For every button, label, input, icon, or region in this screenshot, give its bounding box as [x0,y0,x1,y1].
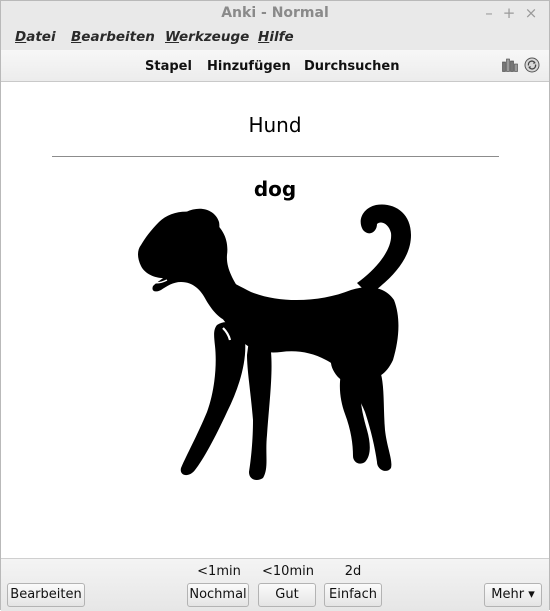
menu-bearbeiten[interactable]: Bearbeiten [71,29,155,45]
dog-image [138,204,411,480]
menu-datei[interactable]: Datei [15,29,56,45]
browse-link[interactable]: Durchsuchen [304,59,399,74]
easy-button[interactable]: Einfach [324,583,382,607]
good-button[interactable]: Gut [258,583,316,607]
menu-werkzeuge-mnemonic: W [165,29,180,45]
answer-divider [52,156,499,157]
maximize-icon[interactable]: + [500,4,518,22]
main-toolbar: Stapel Hinzufügen Durchsuchen [1,50,549,82]
more-button[interactable]: Mehr ▾ [484,583,542,607]
edit-button[interactable]: Bearbeiten [7,583,85,607]
sync-icon[interactable] [524,57,540,73]
again-interval: <1min [197,564,241,579]
answer-bar: Bearbeiten <1min Nochmal <10min Gut 2d E… [1,558,549,611]
menu-werkzeuge-label: erkzeuge [179,29,250,45]
easy-interval: 2d [344,564,362,579]
title-bar: Anki - Normal – + × [1,1,549,26]
menu-bearbeiten-mnemonic: B [71,29,82,45]
good-interval: <10min [262,564,314,579]
again-button[interactable]: Nochmal [187,583,249,607]
window-title: Anki - Normal [221,5,329,21]
menu-bar: Datei Bearbeiten Werkzeuge Hilfe [1,26,549,50]
menu-hilfe-mnemonic: H [258,29,270,45]
stats-icon[interactable] [502,58,518,72]
menu-werkzeuge[interactable]: Werkzeuge [165,29,249,45]
card-front-text: Hund [248,113,302,137]
menu-datei-label: atei [26,29,56,45]
menu-hilfe-label: ilfe [269,29,294,45]
anki-window: Anki - Normal – + × Datei Bearbeiten Wer… [0,0,550,611]
menu-bearbeiten-label: earbeiten [81,29,155,45]
menu-datei-mnemonic: D [15,29,27,45]
decks-link[interactable]: Stapel [145,59,192,74]
menu-hilfe[interactable]: Hilfe [258,29,294,45]
close-icon[interactable]: × [522,4,540,22]
minimize-icon[interactable]: – [480,4,498,22]
card-area: Hund dog [1,82,549,558]
card-back-text: dog [253,177,297,201]
add-link[interactable]: Hinzufügen [207,59,291,74]
